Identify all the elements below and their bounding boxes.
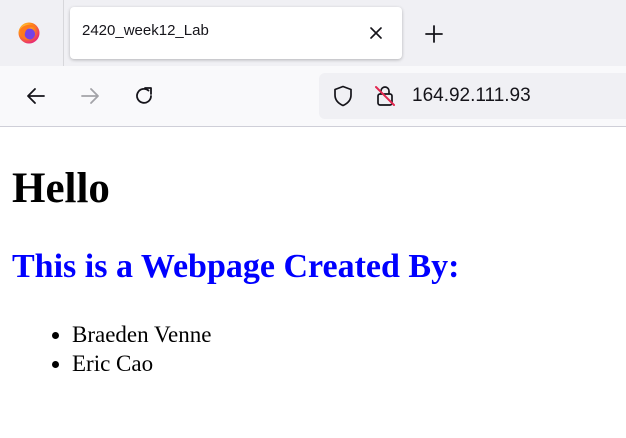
shield-icon[interactable] (331, 84, 355, 108)
plus-icon[interactable] (422, 22, 446, 46)
authors-list: Braeden VenneEric Cao (0, 320, 211, 378)
page-heading: Hello (12, 165, 110, 212)
tab-active[interactable]: 2420_week12_Lab (70, 7, 402, 59)
insecure-lock-icon[interactable] (373, 84, 397, 108)
back-arrow-icon[interactable] (24, 84, 48, 108)
close-icon[interactable] (366, 23, 386, 43)
tab-separator (63, 0, 64, 66)
tab-title: 2420_week12_Lab (82, 22, 209, 39)
page-subheading: This is a Webpage Created By: (12, 248, 460, 285)
navigation-toolbar: 164.92.111.93 (0, 66, 626, 127)
address-bar[interactable]: 164.92.111.93 (319, 73, 626, 119)
tab-bar: 2420_week12_Lab (0, 0, 626, 66)
list-item: Eric Cao (72, 349, 211, 378)
reload-icon[interactable] (132, 84, 156, 108)
list-item: Braeden Venne (72, 320, 211, 349)
firefox-logo-icon[interactable] (17, 21, 41, 45)
url-text[interactable]: 164.92.111.93 (412, 85, 531, 107)
page-content: Hello This is a Webpage Created By: Brae… (0, 127, 626, 438)
forward-arrow-icon[interactable] (78, 84, 102, 108)
